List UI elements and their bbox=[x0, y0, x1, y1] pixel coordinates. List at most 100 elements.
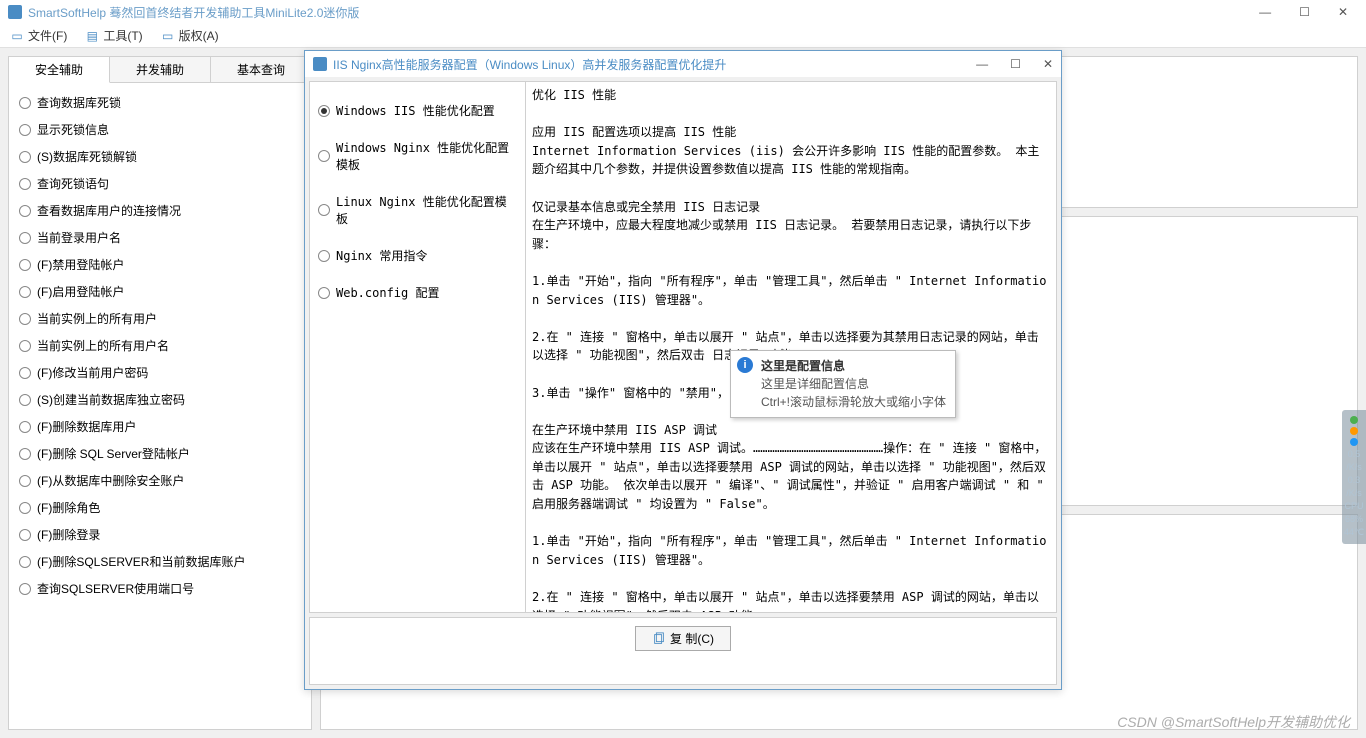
radio-icon bbox=[19, 448, 31, 460]
dialog-title-text: IIS Nginx高性能服务器配置（Windows Linux）高并发服务器配置… bbox=[333, 56, 726, 73]
dialog-footer: 复 制(C) bbox=[309, 617, 1057, 685]
close-icon[interactable]: ✕ bbox=[1338, 5, 1348, 19]
temp-value: 44℃ bbox=[1344, 527, 1364, 538]
security-option[interactable]: 当前实例上的所有用户名 bbox=[17, 332, 303, 359]
minimize-icon[interactable]: — bbox=[1259, 5, 1271, 19]
radio-icon bbox=[19, 151, 31, 163]
dialog-option[interactable]: Web.config 配置 bbox=[316, 274, 519, 311]
radio-icon bbox=[19, 367, 31, 379]
copy-icon bbox=[652, 632, 666, 646]
status-dot-blue bbox=[1350, 438, 1358, 446]
radio-icon bbox=[318, 250, 330, 262]
dialog-minimize-icon[interactable]: — bbox=[976, 57, 988, 71]
radio-icon bbox=[19, 205, 31, 217]
tab-basic-query[interactable]: 基本查询 bbox=[211, 57, 311, 82]
left-panel: 安全辅助 并发辅助 基本查询 查询数据库死锁显示死锁信息(S)数据库死锁解锁查询… bbox=[8, 56, 312, 730]
security-option-label: (F)从数据库中删除安全账户 bbox=[37, 472, 184, 489]
security-option-label: (F)删除 SQL Server登陆帐户 bbox=[37, 445, 190, 462]
dialog-content: Windows IIS 性能优化配置 Windows Nginx 性能优化配置模板… bbox=[309, 81, 1057, 613]
radio-icon bbox=[19, 421, 31, 433]
tooltip-sub: 这里是详细配置信息 bbox=[761, 375, 947, 393]
security-option[interactable]: (F)删除SQLSERVER和当前数据库账户 bbox=[17, 548, 303, 575]
dialog-option[interactable]: Nginx 常用指令 bbox=[316, 237, 519, 274]
security-option[interactable]: 查询数据库死锁 bbox=[17, 89, 303, 116]
tab-label: 基本查询 bbox=[237, 61, 285, 78]
info-icon: i bbox=[737, 357, 753, 373]
net-down-unit: /K/s bbox=[1346, 462, 1362, 472]
cpu-value: 68% bbox=[1345, 514, 1363, 524]
security-option[interactable]: 查看数据库用户的连接情况 bbox=[17, 197, 303, 224]
radio-icon bbox=[19, 259, 31, 271]
radio-icon bbox=[318, 150, 330, 162]
tabs: 安全辅助 并发辅助 基本查询 bbox=[9, 57, 311, 83]
dialog-close-icon[interactable]: ✕ bbox=[1043, 57, 1053, 71]
menu-copyright[interactable]: ▭ 版权(A) bbox=[161, 27, 219, 44]
dialog-icon bbox=[313, 57, 327, 71]
menu-tools[interactable]: ▤ 工具(T) bbox=[85, 27, 142, 44]
radio-icon bbox=[19, 502, 31, 514]
dialog-maximize-icon[interactable]: ☐ bbox=[1010, 57, 1021, 71]
security-option[interactable]: (F)删除数据库用户 bbox=[17, 413, 303, 440]
dialog-option-label: Linux Nginx 性能优化配置模板 bbox=[336, 193, 517, 227]
net-down: 0.5 bbox=[1348, 449, 1361, 459]
tooltip-title: 这里是配置信息 bbox=[761, 357, 947, 375]
radio-icon bbox=[318, 105, 330, 117]
radio-icon bbox=[19, 286, 31, 298]
dialog-option[interactable]: Linux Nginx 性能优化配置模板 bbox=[316, 183, 519, 237]
dialog-option[interactable]: Windows Nginx 性能优化配置模板 bbox=[316, 129, 519, 183]
radio-icon bbox=[19, 97, 31, 109]
copy-button[interactable]: 复 制(C) bbox=[635, 626, 731, 651]
security-option-label: (S)创建当前数据库独立密码 bbox=[37, 391, 185, 408]
dialog-titlebar: IIS Nginx高性能服务器配置（Windows Linux）高并发服务器配置… bbox=[305, 51, 1061, 77]
copy-button-label: 复 制(C) bbox=[670, 630, 714, 647]
net-up: 0.3 bbox=[1348, 475, 1361, 485]
dialog-window-controls: — ☐ ✕ bbox=[976, 57, 1053, 71]
security-option[interactable]: (F)从数据库中删除安全账户 bbox=[17, 467, 303, 494]
config-text-area[interactable]: 优化 IIS 性能 应用 IIS 配置选项以提高 IIS 性能 Internet… bbox=[526, 82, 1056, 612]
security-option-label: (F)启用登陆帐户 bbox=[37, 283, 124, 300]
radio-icon bbox=[19, 394, 31, 406]
security-option[interactable]: (F)删除角色 bbox=[17, 494, 303, 521]
menubar: ▭ 文件(F) ▤ 工具(T) ▭ 版权(A) bbox=[0, 24, 1366, 48]
maximize-icon[interactable]: ☐ bbox=[1299, 5, 1310, 19]
security-option[interactable]: (S)创建当前数据库独立密码 bbox=[17, 386, 303, 413]
security-option-list: 查询数据库死锁显示死锁信息 (S)数据库死锁解锁查询死锁语句查看数据库用户的连接情… bbox=[9, 83, 311, 729]
file-icon: ▭ bbox=[10, 29, 24, 43]
security-option[interactable]: (S)数据库死锁解锁 bbox=[17, 143, 303, 170]
security-option[interactable]: (F)禁用登陆帐户 bbox=[17, 251, 303, 278]
security-option[interactable]: (F)删除 SQL Server登陆帐户 bbox=[17, 440, 303, 467]
security-option-label: 查看数据库用户的连接情况 bbox=[37, 202, 181, 219]
radio-icon bbox=[19, 529, 31, 541]
dialog-option[interactable]: Windows IIS 性能优化配置 bbox=[316, 92, 519, 129]
security-option[interactable]: 当前登录用户名 bbox=[17, 224, 303, 251]
radio-icon bbox=[318, 204, 330, 216]
security-option-label: (F)删除SQLSERVER和当前数据库账户 bbox=[37, 553, 245, 570]
security-option[interactable]: (F)删除登录 bbox=[17, 521, 303, 548]
dialog-text-col: 优化 IIS 性能 应用 IIS 配置选项以提高 IIS 性能 Internet… bbox=[526, 82, 1056, 612]
security-option-label: 查询数据库死锁 bbox=[37, 94, 121, 111]
security-option[interactable]: 显示死锁信息 bbox=[17, 116, 303, 143]
radio-icon bbox=[318, 287, 330, 299]
menu-tools-label: 工具(T) bbox=[103, 27, 142, 44]
security-option[interactable]: (F)修改当前用户密码 bbox=[17, 359, 303, 386]
dialog-option-label: Web.config 配置 bbox=[336, 284, 439, 301]
security-option[interactable]: 当前实例上的所有用户 bbox=[17, 305, 303, 332]
tab-security[interactable]: 安全辅助 bbox=[9, 57, 110, 83]
security-option-label: (S)数据库死锁解锁 bbox=[37, 148, 137, 165]
dialog-option-label: Nginx 常用指令 bbox=[336, 247, 427, 264]
security-option[interactable]: 查询SQLSERVER使用端口号 bbox=[17, 575, 303, 602]
dialog-option-label: Windows Nginx 性能优化配置模板 bbox=[336, 139, 517, 173]
security-option[interactable]: (F)启用登陆帐户 bbox=[17, 278, 303, 305]
tooltip: i 这里是配置信息 这里是详细配置信息 Ctrl+!滚动鼠标滑轮放大或缩小字体 bbox=[730, 350, 956, 418]
tab-concurrency[interactable]: 并发辅助 bbox=[110, 57, 211, 82]
status-dot-orange bbox=[1350, 427, 1358, 435]
security-option-label: 显示死锁信息 bbox=[37, 121, 109, 138]
security-option-label: (F)修改当前用户密码 bbox=[37, 364, 148, 381]
tooltip-hint: Ctrl+!滚动鼠标滑轮放大或缩小字体 bbox=[761, 393, 947, 411]
menu-copyright-label: 版权(A) bbox=[179, 27, 219, 44]
radio-icon bbox=[19, 556, 31, 568]
menu-file[interactable]: ▭ 文件(F) bbox=[10, 27, 67, 44]
security-option-label: 查询SQLSERVER使用端口号 bbox=[37, 580, 194, 597]
security-option[interactable]: 查询死锁语句 bbox=[17, 170, 303, 197]
tab-label: 安全辅助 bbox=[35, 61, 83, 78]
